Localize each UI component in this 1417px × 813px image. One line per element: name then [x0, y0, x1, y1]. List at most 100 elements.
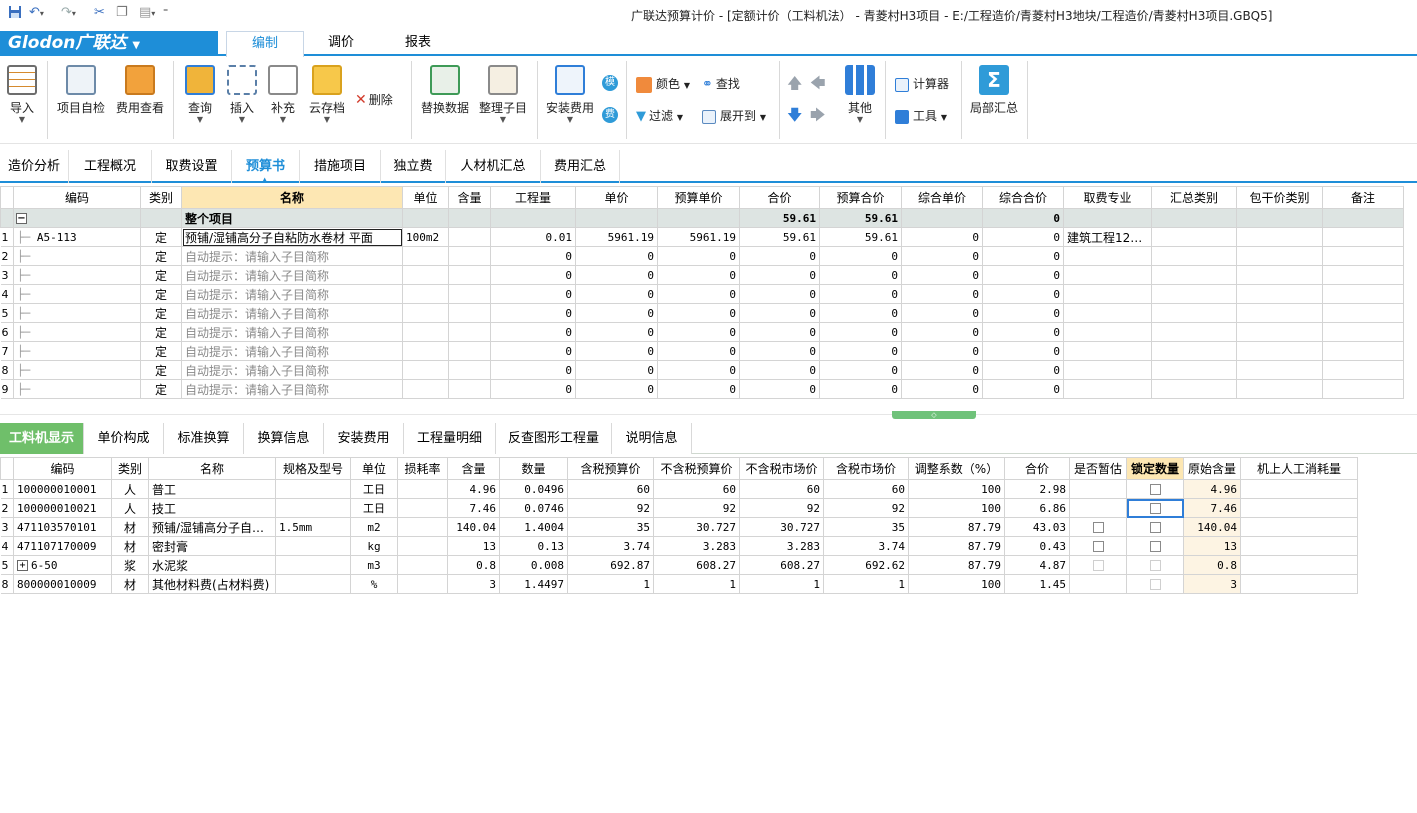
budget-total-cell[interactable]: 0 [819, 341, 902, 361]
type-cell[interactable]: 人 [111, 479, 149, 499]
fee-major-cell[interactable]: 建筑工程12… [1063, 227, 1152, 247]
total-cell[interactable]: 0.43 [1004, 536, 1070, 556]
spec-cell[interactable] [275, 555, 351, 575]
column-header[interactable]: 编码 [13, 186, 141, 209]
content-cell[interactable]: 3 [447, 574, 500, 594]
type-cell[interactable]: 定 [140, 265, 182, 285]
type-cell[interactable]: 定 [140, 322, 182, 342]
content-cell[interactable] [448, 322, 491, 342]
summary-category-cell[interactable] [1151, 284, 1237, 304]
provisional-cell[interactable] [1069, 555, 1127, 575]
quantity-cell[interactable]: 0.0496 [499, 479, 568, 499]
loss-rate-cell[interactable] [397, 574, 448, 594]
content-cell[interactable] [448, 379, 491, 399]
paste-icon[interactable]: ▤▾ [139, 5, 155, 22]
menu-tab-price-adjust[interactable]: 调价 [304, 31, 378, 55]
total-cell[interactable]: 4.87 [1004, 555, 1070, 575]
loss-rate-cell[interactable] [397, 479, 448, 499]
unit-cell[interactable] [402, 341, 449, 361]
unit-cell[interactable] [402, 284, 449, 304]
code-cell[interactable]: ├─ [13, 265, 141, 285]
table-row[interactable]: 7 ├─ 定自动提示：请输入子目简称 0 0 0 0 0 0 0 [0, 341, 1404, 361]
undo-icon[interactable]: ↶▾ [29, 5, 44, 22]
quantity-cell[interactable]: 0 [490, 341, 576, 361]
adjust-coefficient-cell[interactable]: 87.79 [908, 555, 1005, 575]
tab-fee-summary[interactable]: 费用汇总 [541, 150, 620, 183]
content-cell[interactable] [448, 265, 491, 285]
fee-major-cell[interactable] [1063, 303, 1152, 323]
total-cell[interactable]: 0 [739, 341, 820, 361]
budget-price-cell[interactable]: 0 [657, 322, 740, 342]
install-fee-button[interactable]: 安装费用 ▼ [544, 65, 596, 124]
table-row[interactable]: 1 ├─ A5-113 定预铺/湿铺高分子自粘防水卷材 平面 100m2 0.01 596… [0, 227, 1404, 247]
summary-row[interactable]: − 整个项目 59.61 59.61 0 [0, 208, 1404, 228]
comp-price-cell[interactable]: 0 [901, 246, 983, 266]
table-row[interactable]: 2 100000010021 人技工 工日 7.46 0.0746 92 92 92 92 100 6… [0, 498, 1358, 518]
budget-price-cell[interactable]: 0 [657, 341, 740, 361]
code-cell[interactable]: 800000010009 [13, 574, 112, 594]
locked-quantity-cell[interactable] [1126, 574, 1184, 594]
locked-quantity-checkbox[interactable] [1149, 484, 1161, 495]
content-cell[interactable] [448, 284, 491, 304]
table-row[interactable]: 5 ├─ 定自动提示：请输入子目简称 0 0 0 0 0 0 0 [0, 303, 1404, 323]
code-cell[interactable]: ├─ [13, 360, 141, 380]
fee-major-cell[interactable] [1063, 246, 1152, 266]
lump-sum-category-cell[interactable] [1236, 341, 1323, 361]
type-cell[interactable]: 定 [140, 360, 182, 380]
budget-total-cell[interactable]: 0 [819, 246, 902, 266]
tax-market-price-cell[interactable]: 3.74 [823, 536, 909, 556]
name-cell[interactable]: 普工 [148, 479, 276, 499]
table-row[interactable]: 9 ├─ 定自动提示：请输入子目简称 0 0 0 0 0 0 0 [0, 379, 1404, 399]
lump-sum-category-cell[interactable] [1236, 227, 1323, 247]
column-header[interactable]: 编码 [13, 457, 112, 480]
code-cell[interactable]: ├─ A5-113 [13, 227, 141, 247]
name-cell[interactable]: 密封膏 [148, 536, 276, 556]
summary-category-cell[interactable] [1151, 322, 1237, 342]
calculator-button[interactable]: 计算器 [895, 75, 949, 92]
budget-price-cell[interactable]: 0 [657, 360, 740, 380]
supplement-button[interactable]: 补充 ▼ [265, 65, 301, 124]
code-cell[interactable]: 100000010001 [13, 479, 112, 499]
table-row[interactable]: 8 800000010009 材其他材料费(占材料费)% 3 1.4497 1 1 1 1 100… [0, 574, 1358, 594]
remark-cell[interactable] [1322, 265, 1404, 285]
machine-labor-cell[interactable] [1240, 517, 1358, 537]
tax-budget-price-cell[interactable]: 692.87 [567, 555, 654, 575]
spec-cell[interactable] [275, 498, 351, 518]
comp-total-cell[interactable]: 0 [982, 341, 1064, 361]
price-cell[interactable]: 0 [575, 303, 658, 323]
price-cell[interactable]: 0 [575, 246, 658, 266]
code-cell[interactable]: ├─ [13, 379, 141, 399]
summary-category-cell[interactable] [1151, 303, 1237, 323]
locked-quantity-cell[interactable] [1126, 498, 1184, 518]
spec-cell[interactable] [275, 479, 351, 499]
column-header[interactable]: 综合合价 [982, 186, 1064, 209]
type-cell[interactable]: 定 [140, 246, 182, 266]
locked-quantity-cell[interactable] [1126, 536, 1184, 556]
content-cell[interactable] [448, 246, 491, 266]
fee-major-cell[interactable] [1063, 322, 1152, 342]
adjust-coefficient-cell[interactable]: 87.79 [908, 536, 1005, 556]
unit-cell[interactable] [402, 246, 449, 266]
type-cell[interactable]: 定 [140, 379, 182, 399]
move-down-icon[interactable]: 🡇 [787, 105, 802, 130]
quantity-cell[interactable]: 0.0746 [499, 498, 568, 518]
locked-quantity-checkbox[interactable] [1149, 560, 1161, 571]
tab-independent-fee[interactable]: 独立费 [381, 150, 446, 183]
column-header[interactable]: 单价 [575, 186, 658, 209]
lump-sum-category-cell[interactable] [1236, 246, 1323, 266]
lump-sum-category-cell[interactable] [1236, 303, 1323, 323]
filter-button[interactable]: ▼ 过滤 ▼ [636, 107, 683, 124]
comp-total-cell[interactable]: 0 [982, 284, 1064, 304]
remark-cell[interactable] [1322, 303, 1404, 323]
budget-price-cell[interactable]: 0 [657, 379, 740, 399]
comp-total-cell[interactable]: 0 [982, 265, 1064, 285]
locked-quantity-cell[interactable] [1126, 555, 1184, 575]
local-summary-button[interactable]: Σ 局部汇总 [968, 65, 1020, 116]
quantity-cell[interactable]: 1.4497 [499, 574, 568, 594]
original-content-cell[interactable]: 0.8 [1183, 555, 1241, 575]
tax-market-price-cell[interactable]: 1 [823, 574, 909, 594]
column-header[interactable]: 单位 [350, 457, 398, 480]
notax-market-price-cell[interactable]: 30.727 [739, 517, 824, 537]
budget-price-cell[interactable]: 0 [657, 303, 740, 323]
fee-major-cell[interactable] [1063, 265, 1152, 285]
